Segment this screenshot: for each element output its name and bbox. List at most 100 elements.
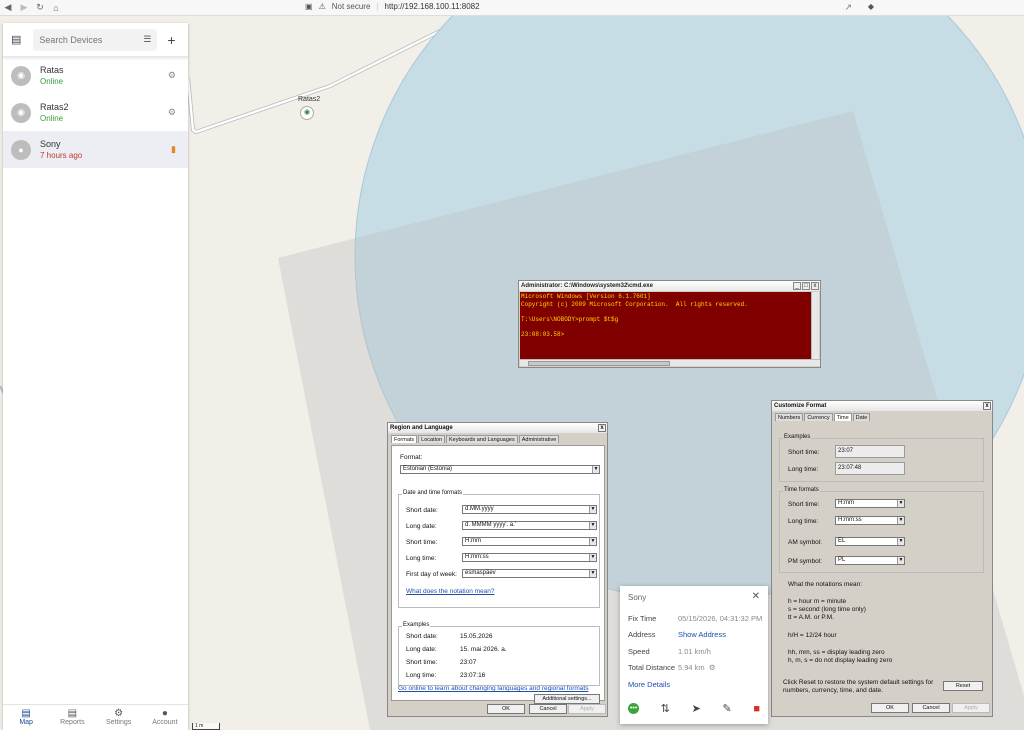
search-box[interactable]: ☰ [33,28,158,51]
customize-titlebar[interactable]: Customize Format x [772,401,992,411]
online-help-link[interactable]: Go online to learn about changing langua… [398,685,588,692]
combo-value: d. MMMM yyyy'. a.' [465,522,516,528]
vertical-scrollbar[interactable] [811,292,819,360]
tab-formats[interactable]: Formats [391,435,418,443]
reload-icon[interactable]: ↻ [32,2,48,13]
bookmark-icon[interactable]: ▣ [305,2,313,11]
close-button[interactable]: x [598,424,606,432]
popup-actions: ••• ⇅ ➤ ✎ ■ [628,702,760,715]
popup-title: Sony [628,593,647,602]
ok-button[interactable]: OK [871,703,909,713]
maximize-button[interactable]: □ [802,282,810,290]
combo-value: H:mm [465,538,481,544]
tab-time[interactable]: Time [833,413,852,421]
forward-icon[interactable]: ▶ [16,2,32,13]
short-time-select[interactable]: H:mm ▼ [462,537,597,546]
device-sidebar: ▤ ☰ + ◉ Ratas Online ⚙ ◉ Ratas2 Online ⚙… [3,23,188,730]
bottom-nav: ▤ Map ▤ Reports ⚙ Settings ● Account [3,704,188,730]
row-key: Address [628,630,656,639]
home-icon[interactable]: ⌂ [48,3,64,13]
row-label: First day of week: [406,571,457,578]
cancel-button[interactable]: Cancel [912,703,950,713]
tab-map[interactable]: ▤ Map [3,705,49,730]
chevron-down-icon: ▼ [897,538,904,545]
cmd-window[interactable]: Administrator: C:\Windows\system32\cmd.e… [518,280,821,368]
minimize-button[interactable]: _ [793,282,801,290]
tab-administrative[interactable]: Administrative [518,435,560,443]
back-icon[interactable]: ◀ [0,2,16,13]
gear-icon[interactable]: ⚙ [709,663,716,672]
edit-icon[interactable]: ✎ [722,702,731,715]
map-toggle-icon[interactable]: ▤ [11,33,21,46]
url-text[interactable]: http://192.168.100.11:8082 [385,2,480,11]
browser-toolbar: ◀ ▶ ↻ ⌂ ▣ ⚠ Not secure | http://192.168.… [0,0,1024,16]
notation-line: tt = A.M. or P.M. [788,614,834,621]
tab-numbers[interactable]: Numbers [775,413,804,421]
bike-marker-icon[interactable]: ◉ [300,106,314,120]
short-time-example: 23:07 [835,445,905,458]
apply-button[interactable]: Apply [952,703,990,713]
customize-format-dialog[interactable]: Customize Format x Numbers Currency Time… [771,400,993,717]
bike-icon: ◉ [11,102,31,123]
notation-link[interactable]: What does the notation mean? [406,588,495,595]
chevron-down-icon: ▼ [589,538,596,545]
reset-button[interactable]: Reset [943,681,983,691]
am-symbol-select[interactable]: EL ▼ [835,537,905,546]
more-details-link[interactable]: More Details [628,680,670,689]
apply-button[interactable]: Apply [568,704,606,714]
show-address-link[interactable]: Show Address [678,630,726,639]
add-device-button[interactable]: + [167,32,175,48]
tab-settings[interactable]: ⚙ Settings [96,705,142,730]
device-item-ratas2[interactable]: ◉ Ratas2 Online ⚙ [3,94,188,131]
tab-date[interactable]: Date [852,413,871,421]
additional-settings-button[interactable]: Additional settings... [534,694,600,704]
format-select[interactable]: Estonian (Estonia) ▼ [400,465,600,474]
tab-currency[interactable]: Currency [804,413,833,421]
long-date-select[interactable]: d. MMMM yyyy'. a.' ▼ [462,521,597,530]
filter-icon[interactable]: ☰ [143,34,151,45]
time-examples-group: Examples Short time: 23:07 Long time: 23… [779,434,984,482]
region-dialog[interactable]: Region and Language x Formats Location K… [387,422,608,717]
address-bar[interactable]: ▣ ⚠ Not secure | http://192.168.100.11:8… [305,2,480,11]
notation-line: hh, mm, ss = display leading zero [788,649,885,656]
cmd-titlebar[interactable]: Administrator: C:\Windows\system32\cmd.e… [519,281,820,291]
short-date-select[interactable]: d.MM.yyyy ▼ [462,505,597,514]
example-label: Long date: [406,646,437,653]
example-label: Short date: [406,633,438,640]
popup-row-address: Address Show Address [628,630,764,639]
tab-location[interactable]: Location [418,435,445,443]
close-icon[interactable]: ✕ [752,591,760,602]
map-icon: ▤ [21,708,31,719]
send-command-icon[interactable]: ➤ [692,702,701,715]
group-title: Date and time formats [402,490,464,496]
short-time-format-select[interactable]: H:mm ▼ [835,499,905,508]
long-time-select[interactable]: H:mm:ss ▼ [462,553,597,562]
long-time-format-select[interactable]: H:mm:ss ▼ [835,516,905,525]
search-input[interactable] [39,34,130,45]
delete-icon[interactable]: ■ [753,703,760,715]
close-button[interactable]: x [811,282,819,290]
pm-symbol-select[interactable]: PL ▼ [835,556,905,565]
cancel-button[interactable]: Cancel [529,704,567,714]
cmd-output[interactable]: Microsoft Windows [Version 6.1.7601] Copy… [520,292,811,360]
route-icon[interactable]: ⇅ [661,702,670,715]
map-scale: 1 m [192,723,220,730]
scroll-thumb[interactable] [528,361,670,366]
tab-account[interactable]: ● Account [142,705,188,730]
tab-reports[interactable]: ▤ Reports [49,705,95,730]
reset-description: numbers, currency, time, and date. [783,687,883,694]
ok-button[interactable]: OK [487,704,525,714]
more-options-icon[interactable]: ••• [628,703,639,714]
tab-keyboards[interactable]: Keyboards and Languages [445,435,518,443]
device-item-sony[interactable]: ● Sony 7 hours ago ▮ [3,131,188,168]
region-titlebar[interactable]: Region and Language x [388,423,607,433]
sidebar-header: ▤ ☰ + [3,23,188,57]
chevron-down-icon: ▼ [589,506,596,513]
horizontal-scrollbar[interactable] [520,359,820,366]
first-day-select[interactable]: esmaspäev ▼ [462,569,597,578]
device-item-ratas[interactable]: ◉ Ratas Online ⚙ [3,57,188,94]
row-label: PM symbol: [788,558,822,565]
shield-icon[interactable]: ◆ [868,2,874,11]
share-icon[interactable]: ↗ [844,2,852,13]
close-button[interactable]: x [983,402,991,410]
